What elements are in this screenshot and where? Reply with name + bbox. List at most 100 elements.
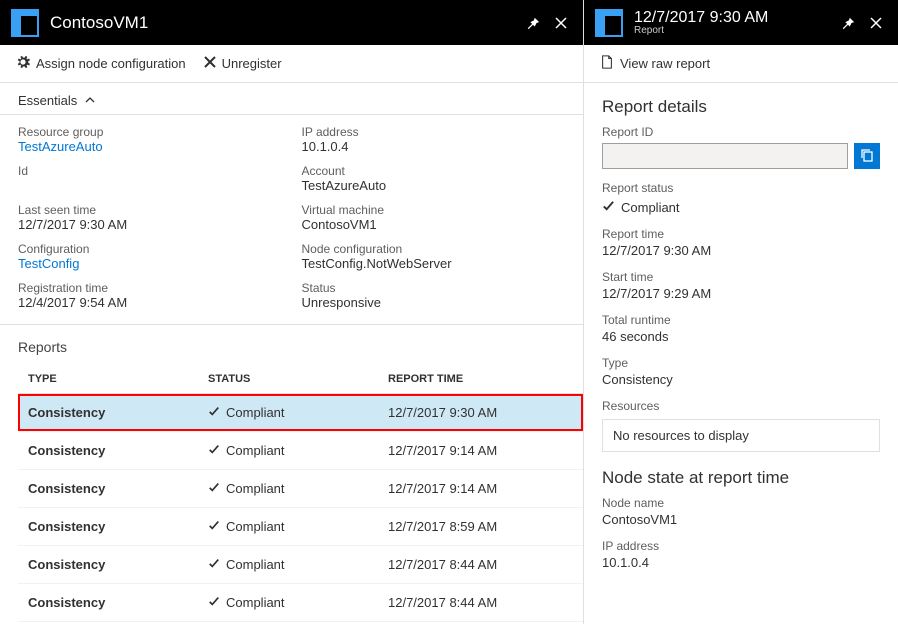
node-ip-value: 10.1.0.4 — [602, 555, 880, 570]
view-raw-report-button[interactable]: View raw report — [600, 55, 710, 72]
type-value: Consistency — [602, 372, 880, 387]
kv-configuration: Configuration TestConfig — [18, 242, 282, 271]
report-blade: 12/7/2017 9:30 AM Report View raw report… — [584, 0, 898, 624]
cell-time: 12/7/2017 8:44 AM — [378, 584, 583, 622]
essentials-toggle[interactable]: Essentials — [0, 83, 583, 114]
cell-time: 12/7/2017 8:44 AM — [378, 546, 583, 584]
copy-icon — [860, 148, 874, 165]
kv-last-seen: Last seen time 12/7/2017 9:30 AM — [18, 203, 282, 232]
start-time-label: Start time — [602, 270, 880, 284]
check-icon — [208, 443, 220, 458]
unregister-button[interactable]: Unregister — [204, 55, 282, 72]
reports-section: Reports TYPE STATUS REPORT TIME Consiste… — [0, 325, 583, 624]
node-name-label: Node name — [602, 496, 880, 510]
node-state-heading: Node state at report time — [602, 468, 880, 488]
pin-button[interactable] — [836, 11, 860, 35]
report-details-heading: Report details — [602, 97, 880, 117]
cell-type: Consistency — [18, 584, 198, 622]
cell-type: Consistency — [18, 470, 198, 508]
report-title: 12/7/2017 9:30 AM — [634, 10, 832, 26]
report-toolbar: View raw report — [584, 45, 898, 83]
close-button[interactable] — [864, 11, 888, 35]
cell-type: Consistency — [18, 394, 198, 432]
cell-status: Compliant — [198, 470, 378, 508]
essentials-panel: Resource group TestAzureAuto IP address … — [0, 114, 583, 325]
cell-status: Compliant — [198, 546, 378, 584]
cell-type: Consistency — [18, 546, 198, 584]
cell-status: Compliant — [198, 508, 378, 546]
close-button[interactable] — [549, 11, 573, 35]
runtime-label: Total runtime — [602, 313, 880, 327]
table-row[interactable]: ConsistencyCompliant12/7/2017 9:14 AM — [18, 432, 583, 470]
blade-icon — [10, 8, 40, 38]
essentials-label: Essentials — [18, 93, 77, 108]
type-label: Type — [602, 356, 880, 370]
reports-heading: Reports — [18, 339, 583, 355]
table-row[interactable]: ConsistencyCompliant12/7/2017 9:30 AM — [18, 394, 583, 432]
cell-time: 12/7/2017 9:14 AM — [378, 470, 583, 508]
check-icon — [208, 481, 220, 496]
cell-type: Consistency — [18, 508, 198, 546]
reports-table: TYPE STATUS REPORT TIME ConsistencyCompl… — [18, 365, 583, 622]
table-row[interactable]: ConsistencyCompliant12/7/2017 9:14 AM — [18, 470, 583, 508]
chevron-up-icon — [85, 93, 95, 108]
check-icon — [208, 405, 220, 420]
view-raw-label: View raw report — [620, 56, 710, 71]
resources-label: Resources — [602, 399, 880, 413]
kv-registration: Registration time 12/4/2017 9:54 AM — [18, 281, 282, 310]
gear-icon — [16, 55, 30, 72]
check-icon — [602, 199, 615, 215]
assign-node-config-button[interactable]: Assign node configuration — [16, 55, 186, 72]
kv-ip: IP address 10.1.0.4 — [302, 125, 566, 154]
report-subtitle: Report — [634, 26, 832, 36]
resource-group-link[interactable]: TestAzureAuto — [18, 139, 282, 154]
document-icon — [600, 55, 614, 72]
table-row[interactable]: ConsistencyCompliant12/7/2017 8:44 AM — [18, 584, 583, 622]
copy-button[interactable] — [854, 143, 880, 169]
check-icon — [208, 595, 220, 610]
resources-empty: No resources to display — [602, 419, 880, 452]
report-body: Report details Report ID Report status C… — [584, 83, 898, 584]
report-id-label: Report ID — [602, 125, 880, 139]
report-time-value: 12/7/2017 9:30 AM — [602, 243, 880, 258]
runtime-value: 46 seconds — [602, 329, 880, 344]
start-time-value: 12/7/2017 9:29 AM — [602, 286, 880, 301]
blade-icon — [594, 8, 624, 38]
cell-time: 12/7/2017 9:30 AM — [378, 394, 583, 432]
kv-resource-group: Resource group TestAzureAuto — [18, 125, 282, 154]
check-icon — [208, 519, 220, 534]
node-toolbar: Assign node configuration Unregister — [0, 45, 583, 83]
col-status[interactable]: STATUS — [198, 365, 378, 394]
table-row[interactable]: ConsistencyCompliant12/7/2017 8:44 AM — [18, 546, 583, 584]
col-time[interactable]: REPORT TIME — [378, 365, 583, 394]
kv-node-config: Node configuration TestConfig.NotWebServ… — [302, 242, 566, 271]
report-blade-header: 12/7/2017 9:30 AM Report — [584, 0, 898, 45]
node-ip-label: IP address — [602, 539, 880, 553]
cell-time: 12/7/2017 9:14 AM — [378, 432, 583, 470]
cell-status: Compliant — [198, 432, 378, 470]
kv-id: Id — [18, 164, 282, 193]
pin-button[interactable] — [521, 11, 545, 35]
cell-time: 12/7/2017 8:59 AM — [378, 508, 583, 546]
col-type[interactable]: TYPE — [18, 365, 198, 394]
report-time-label: Report time — [602, 227, 880, 241]
configuration-link[interactable]: TestConfig — [18, 256, 282, 271]
x-icon — [204, 56, 216, 71]
node-blade: ContosoVM1 Assign node configuration Unr… — [0, 0, 584, 624]
node-title: ContosoVM1 — [50, 13, 517, 33]
cell-status: Compliant — [198, 584, 378, 622]
cell-status: Compliant — [198, 394, 378, 432]
kv-status: Status Unresponsive — [302, 281, 566, 310]
unregister-label: Unregister — [222, 56, 282, 71]
check-icon — [208, 557, 220, 572]
assign-label: Assign node configuration — [36, 56, 186, 71]
cell-type: Consistency — [18, 432, 198, 470]
node-blade-header: ContosoVM1 — [0, 0, 583, 45]
kv-vm: Virtual machine ContosoVM1 — [302, 203, 566, 232]
table-row[interactable]: ConsistencyCompliant12/7/2017 8:59 AM — [18, 508, 583, 546]
report-id-field[interactable] — [602, 143, 848, 169]
report-status-value: Compliant — [602, 199, 880, 215]
kv-account: Account TestAzureAuto — [302, 164, 566, 193]
node-name-value: ContosoVM1 — [602, 512, 880, 527]
report-status-label: Report status — [602, 181, 880, 195]
